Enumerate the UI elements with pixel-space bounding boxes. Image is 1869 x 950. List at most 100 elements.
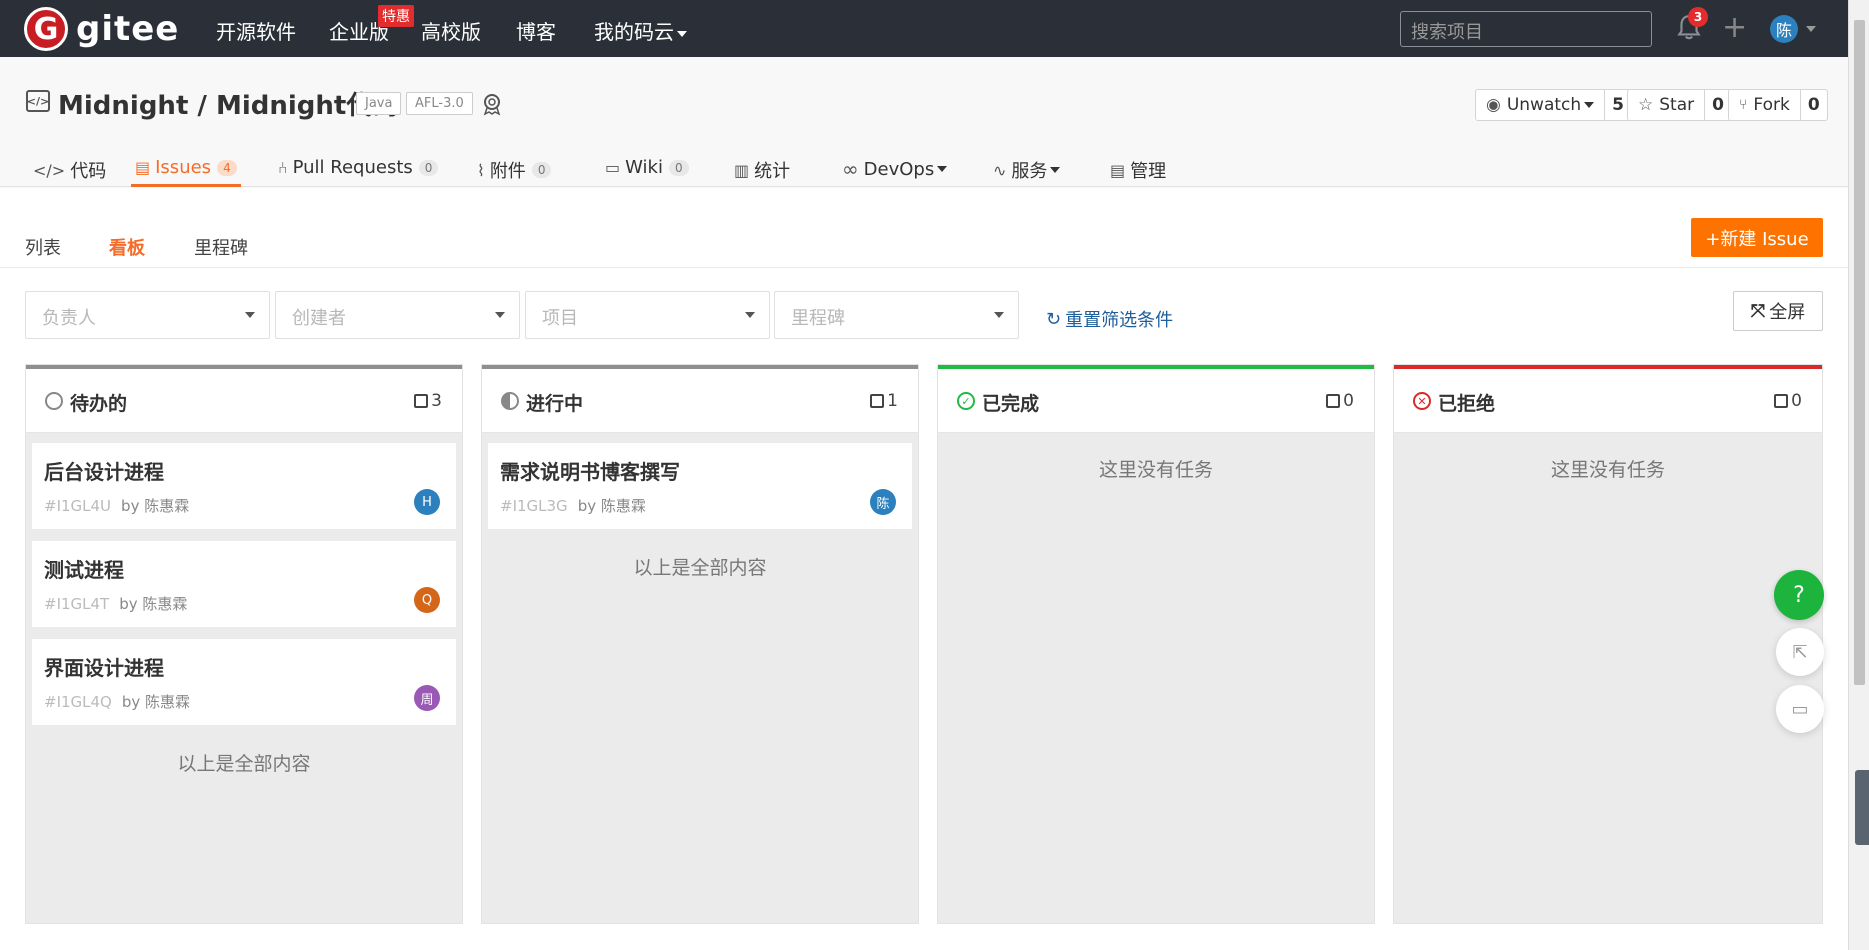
tab-code-label: 代码 bbox=[70, 161, 107, 182]
repo-title[interactable]: Midnight / Midnight代码 bbox=[58, 85, 398, 122]
fork-icon: ⑂ bbox=[1739, 97, 1748, 113]
in-progress-status-icon bbox=[501, 392, 519, 410]
subtab-board[interactable]: 看板 bbox=[109, 234, 145, 260]
issue-id: #I1GL3G bbox=[500, 497, 568, 515]
issue-card[interactable]: 界面设计进程 #I1GL4Q by 陈惠霖 周 bbox=[32, 639, 456, 725]
tab-wiki-label: Wiki bbox=[625, 157, 663, 178]
tab-manage[interactable]: ▤ 管理 bbox=[1110, 157, 1166, 183]
todo-status-icon bbox=[45, 392, 63, 410]
reset-filters-link[interactable]: ↻ 重置筛选条件 bbox=[1046, 306, 1173, 332]
creator-filter[interactable]: 创建者 bbox=[275, 291, 520, 339]
tab-issues-count: 4 bbox=[217, 159, 237, 176]
subtab-milestones[interactable]: 里程碑 bbox=[194, 234, 248, 260]
board-column-rejected: ✕ 已拒绝 0 这里没有任务 bbox=[1393, 364, 1823, 924]
nav-blog[interactable]: 博客 bbox=[516, 16, 556, 45]
unwatch-button[interactable]: ◉ Unwatch bbox=[1476, 90, 1606, 120]
tab-pull-requests[interactable]: ⑃ Pull Requests 0 bbox=[278, 157, 439, 178]
issue-meta: #I1GL4Q by 陈惠霖 bbox=[44, 691, 190, 712]
help-button[interactable]: ? bbox=[1774, 570, 1824, 620]
issue-view-bar: 列表 看板 里程碑 +新建 Issue bbox=[0, 188, 1848, 268]
issue-author: by 陈惠霖 bbox=[577, 497, 646, 515]
tab-attachments-count: 0 bbox=[531, 162, 552, 178]
tab-service-label: 服务 bbox=[1011, 161, 1048, 182]
fork-button[interactable]: ⑂ Fork bbox=[1729, 90, 1801, 120]
scrollbar-thumb[interactable] bbox=[1854, 20, 1865, 685]
chevron-down-icon bbox=[1584, 102, 1595, 108]
tab-code[interactable]: </> 代码 bbox=[33, 157, 106, 183]
project-filter[interactable]: 项目 bbox=[525, 291, 770, 339]
star-button[interactable]: ☆ Star bbox=[1628, 90, 1706, 120]
creator-filter-label: 创建者 bbox=[292, 308, 346, 329]
star-label: Star bbox=[1659, 95, 1695, 115]
gitee-logo[interactable]: G gitee bbox=[24, 7, 179, 51]
issue-count-icon bbox=[414, 394, 429, 408]
fork-button-group[interactable]: ⑂ Fork 0 bbox=[1728, 89, 1828, 121]
column-count-value: 3 bbox=[431, 391, 442, 411]
tab-wiki[interactable]: ▭ Wiki 0 bbox=[605, 157, 689, 178]
tab-attachments[interactable]: ⌇ 附件 0 bbox=[477, 157, 552, 183]
column-title: 进行中 bbox=[526, 393, 584, 415]
issue-id: #I1GL4T bbox=[44, 595, 110, 613]
tab-service[interactable]: ∿ 服务 bbox=[993, 157, 1061, 183]
x-circle-icon: ✕ bbox=[1413, 392, 1431, 410]
issue-title[interactable]: 测试进程 bbox=[44, 554, 124, 583]
unwatch-label: Unwatch bbox=[1506, 95, 1582, 115]
refresh-icon: ↻ bbox=[1046, 308, 1062, 330]
plus-icon[interactable]: + bbox=[1722, 13, 1747, 43]
issue-card[interactable]: 测试进程 #I1GL4T by 陈惠霖 Q bbox=[32, 541, 456, 627]
tab-devops[interactable]: ∞ DevOps bbox=[842, 157, 948, 181]
chevron-down-icon bbox=[495, 312, 505, 318]
tab-devops-label: DevOps bbox=[863, 158, 935, 180]
column-footer: 以上是全部内容 bbox=[633, 557, 767, 579]
issue-card[interactable]: 需求说明书博客撰写 #I1GL3G by 陈惠霖 陈 bbox=[488, 443, 912, 529]
fork-count[interactable]: 0 bbox=[1801, 90, 1827, 120]
assignee-avatar[interactable]: H bbox=[414, 489, 440, 515]
tab-issues-label: Issues bbox=[155, 157, 212, 178]
service-icon: ∿ bbox=[993, 160, 1007, 180]
nav-university[interactable]: 高校版 bbox=[421, 16, 481, 45]
language-tag[interactable]: Java bbox=[356, 92, 402, 115]
column-count: 3 bbox=[414, 391, 442, 411]
nav-my-gitee[interactable]: 我的码云 bbox=[594, 16, 687, 45]
issue-title[interactable]: 后台设计进程 bbox=[44, 456, 164, 485]
issue-count-icon bbox=[1774, 394, 1789, 408]
side-widget[interactable] bbox=[1855, 770, 1869, 845]
user-avatar[interactable]: 陈 bbox=[1770, 15, 1798, 43]
milestone-filter[interactable]: 里程碑 bbox=[774, 291, 1019, 339]
subtab-list[interactable]: 列表 bbox=[25, 234, 61, 260]
issue-title[interactable]: 界面设计进程 bbox=[44, 652, 164, 681]
attachment-icon: ⌇ bbox=[477, 160, 485, 180]
column-header: ✕ 已拒绝 0 bbox=[1394, 369, 1822, 433]
tab-issues[interactable]: ▤ Issues 4 bbox=[135, 157, 237, 178]
column-count-value: 1 bbox=[887, 391, 898, 411]
watch-button-group[interactable]: ◉ Unwatch 5 bbox=[1475, 89, 1633, 121]
milestone-filter-label: 里程碑 bbox=[791, 308, 845, 329]
tab-stats[interactable]: ▥ 统计 bbox=[734, 157, 790, 183]
assignee-filter[interactable]: 负责人 bbox=[25, 291, 270, 339]
award-icon[interactable] bbox=[480, 92, 504, 116]
chevron-down-icon bbox=[677, 30, 687, 37]
issue-author: by 陈惠霖 bbox=[121, 497, 190, 515]
assignee-avatar[interactable]: 陈 bbox=[870, 489, 896, 515]
nav-my-gitee-label: 我的码云 bbox=[594, 20, 674, 44]
share-icon[interactable]: ⇱ bbox=[1776, 628, 1824, 676]
column-title: 待办的 bbox=[70, 393, 128, 415]
issues-icon: ▤ bbox=[135, 158, 151, 177]
issue-meta: #I1GL3G by 陈惠霖 bbox=[500, 495, 646, 516]
search-input[interactable]: 搜索项目 bbox=[1400, 11, 1652, 47]
assignee-avatar[interactable]: Q bbox=[414, 587, 440, 613]
assignee-avatar[interactable]: 周 bbox=[414, 685, 440, 711]
fullscreen-button[interactable]: ⤧ 全屏 bbox=[1733, 291, 1823, 331]
issue-card[interactable]: 后台设计进程 #I1GL4U by 陈惠霖 H bbox=[32, 443, 456, 529]
tab-pr-label: Pull Requests bbox=[292, 157, 413, 178]
license-tag[interactable]: AFL-3.0 bbox=[406, 92, 473, 115]
nav-open-source[interactable]: 开源软件 bbox=[216, 16, 296, 45]
issue-id: #I1GL4U bbox=[44, 497, 112, 515]
star-button-group[interactable]: ☆ Star 0 bbox=[1627, 89, 1732, 121]
issue-title[interactable]: 需求说明书博客撰写 bbox=[500, 456, 680, 485]
new-issue-button[interactable]: +新建 Issue bbox=[1691, 218, 1823, 257]
comment-icon[interactable]: ▭ bbox=[1776, 685, 1824, 733]
chevron-down-icon[interactable] bbox=[1806, 26, 1816, 32]
active-tab-indicator bbox=[131, 184, 241, 187]
column-count: 1 bbox=[870, 391, 898, 411]
